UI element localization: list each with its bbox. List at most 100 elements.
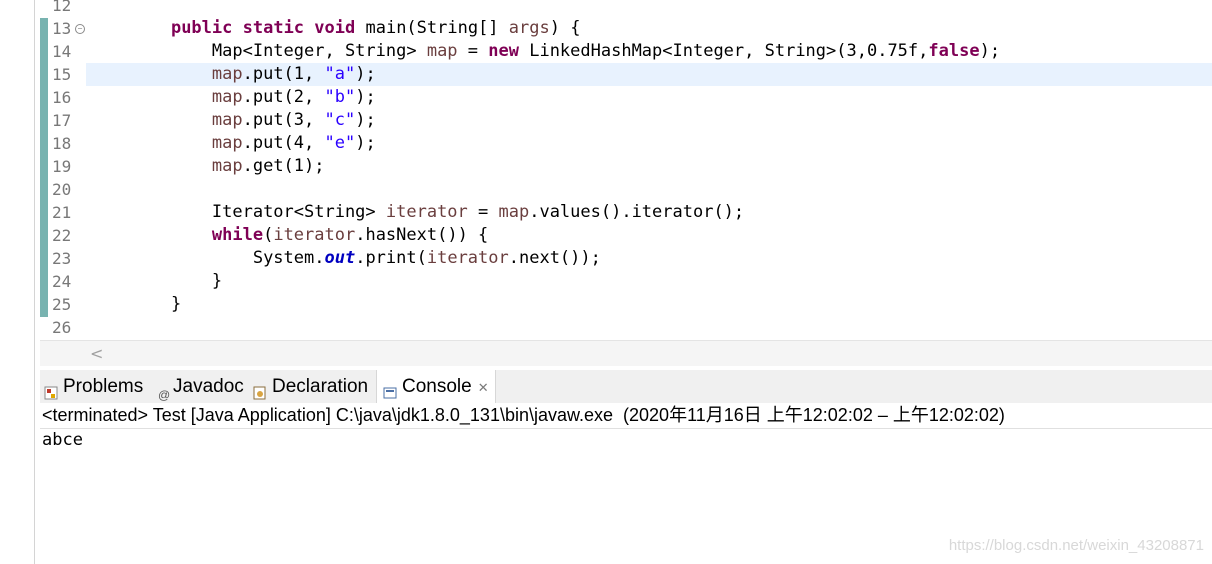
code-token: ( <box>263 225 274 245</box>
line-number: 26 <box>52 318 72 337</box>
code-token: map <box>211 110 243 130</box>
line-number: 17 <box>52 111 72 130</box>
code-line[interactable]: 19 map.get(1); <box>36 155 1212 178</box>
code-token: args <box>508 18 550 38</box>
code-line[interactable]: 18 map.put(4, "e"); <box>36 132 1212 155</box>
code-token: map <box>211 64 243 84</box>
line-number: 16 <box>52 88 72 107</box>
code-token: public <box>170 18 233 38</box>
tab-console[interactable]: Console ✕ <box>376 370 496 403</box>
scroll-left-icon[interactable]: < <box>90 344 103 363</box>
code-text: Map<Integer, String> map = new LinkedHas… <box>130 40 1000 63</box>
code-line[interactable]: 13− public static void main(String[] arg… <box>36 17 1212 40</box>
code-token: .next()); <box>508 248 601 268</box>
horizontal-scrollbar[interactable]: < <box>40 340 1212 366</box>
problems-icon <box>44 378 58 400</box>
line-number: 12 <box>52 0 72 15</box>
code-token: .put(3, <box>242 110 325 130</box>
line-number: 20 <box>52 180 72 199</box>
code-token: iterator <box>273 225 356 245</box>
line-number: 21 <box>52 203 72 222</box>
code-token: iterator <box>426 248 509 268</box>
code-token: map <box>211 133 243 153</box>
code-line[interactable]: 26 <box>36 316 1212 339</box>
code-token: System. <box>252 248 325 268</box>
code-text: Iterator<String> iterator = map.values()… <box>130 201 744 224</box>
code-line[interactable]: 15 map.put(1, "a"); <box>36 63 1212 86</box>
code-text: map.put(4, "e"); <box>130 132 376 155</box>
code-text: while(iterator.hasNext()) { <box>130 224 488 247</box>
code-token: while <box>211 225 264 245</box>
code-line[interactable]: 14 Map<Integer, String> map = new Linked… <box>36 40 1212 63</box>
code-text: map.get(1); <box>130 155 325 178</box>
code-token: main(String[] <box>355 18 509 38</box>
code-token: ); <box>355 64 376 84</box>
code-line[interactable]: 20 <box>36 178 1212 201</box>
code-token: = <box>457 41 489 61</box>
declaration-icon <box>253 378 267 400</box>
code-token: "e" <box>324 133 356 153</box>
line-number: 15 <box>52 65 72 84</box>
code-token: .put(1, <box>242 64 325 84</box>
code-token: out <box>324 248 356 268</box>
line-number: 25 <box>52 295 72 314</box>
javadoc-icon: @ <box>158 387 171 402</box>
code-line[interactable]: 21 Iterator<String> iterator = map.value… <box>36 201 1212 224</box>
code-text: map.put(3, "c"); <box>130 109 376 132</box>
code-token: Iterator<String> <box>211 202 386 222</box>
code-token: map <box>211 156 243 176</box>
console-output[interactable]: abce <box>42 430 83 450</box>
code-line[interactable]: 17 map.put(3, "c"); <box>36 109 1212 132</box>
tab-problems-label: Problems <box>63 376 144 397</box>
close-icon[interactable]: ✕ <box>478 380 489 395</box>
line-number: 23 <box>52 249 72 268</box>
code-token: } <box>170 294 182 314</box>
console-status: <terminated> Test [Java Application] C:\… <box>40 403 1212 429</box>
line-number: 24 <box>52 272 72 291</box>
code-text: map.put(2, "b"); <box>130 86 376 109</box>
tab-console-label: Console <box>402 376 472 397</box>
code-token: ); <box>979 41 1001 61</box>
tab-declaration[interactable]: Declaration <box>253 370 368 403</box>
code-text: map.put(1, "a"); <box>130 63 376 86</box>
code-token: map <box>211 87 243 107</box>
view-tab-bar: Problems @ Javadoc Declaration Console ✕ <box>40 370 1212 404</box>
code-token: = <box>467 202 499 222</box>
tab-javadoc[interactable]: @ Javadoc <box>158 370 244 403</box>
code-token: .put(4, <box>242 133 325 153</box>
code-token: ) { <box>549 18 581 38</box>
code-line[interactable]: 23 System.out.print(iterator.next()); <box>36 247 1212 270</box>
code-line[interactable]: 25 } <box>36 293 1212 316</box>
code-token: .put(2, <box>242 87 325 107</box>
console-icon <box>383 378 397 399</box>
code-token: } <box>211 271 223 291</box>
code-token: "a" <box>324 64 356 84</box>
tab-declaration-label: Declaration <box>272 376 369 397</box>
code-token: Map<Integer, String> <box>211 41 427 61</box>
code-line[interactable]: 24 } <box>36 270 1212 293</box>
code-token: ); <box>355 133 376 153</box>
code-token: ); <box>355 87 376 107</box>
code-token: "b" <box>324 87 356 107</box>
tab-problems[interactable]: Problems <box>44 370 143 403</box>
code-line[interactable]: 12 <box>36 0 1212 17</box>
code-token: map <box>426 41 458 61</box>
code-token: ); <box>355 110 376 130</box>
code-token: false <box>928 41 980 61</box>
code-token: map <box>498 202 530 222</box>
outer-border <box>34 0 35 564</box>
line-number: 19 <box>52 157 72 176</box>
code-text: System.out.print(iterator.next()); <box>130 247 601 270</box>
code-token: void <box>314 18 356 38</box>
line-number: 22 <box>52 226 72 245</box>
fold-toggle-icon[interactable]: − <box>75 24 85 34</box>
code-editor[interactable]: 12 13− public static void main(String[] a… <box>36 0 1212 340</box>
watermark: https://blog.csdn.net/weixin_43208871 <box>948 537 1204 554</box>
code-line[interactable]: 16 map.put(2, "b"); <box>36 86 1212 109</box>
code-text: public static void main(String[] args) { <box>130 17 581 40</box>
code-line[interactable]: 22 while(iterator.hasNext()) { <box>36 224 1212 247</box>
code-token: .get(1); <box>242 156 325 176</box>
code-token: .values().iterator(); <box>529 202 745 222</box>
